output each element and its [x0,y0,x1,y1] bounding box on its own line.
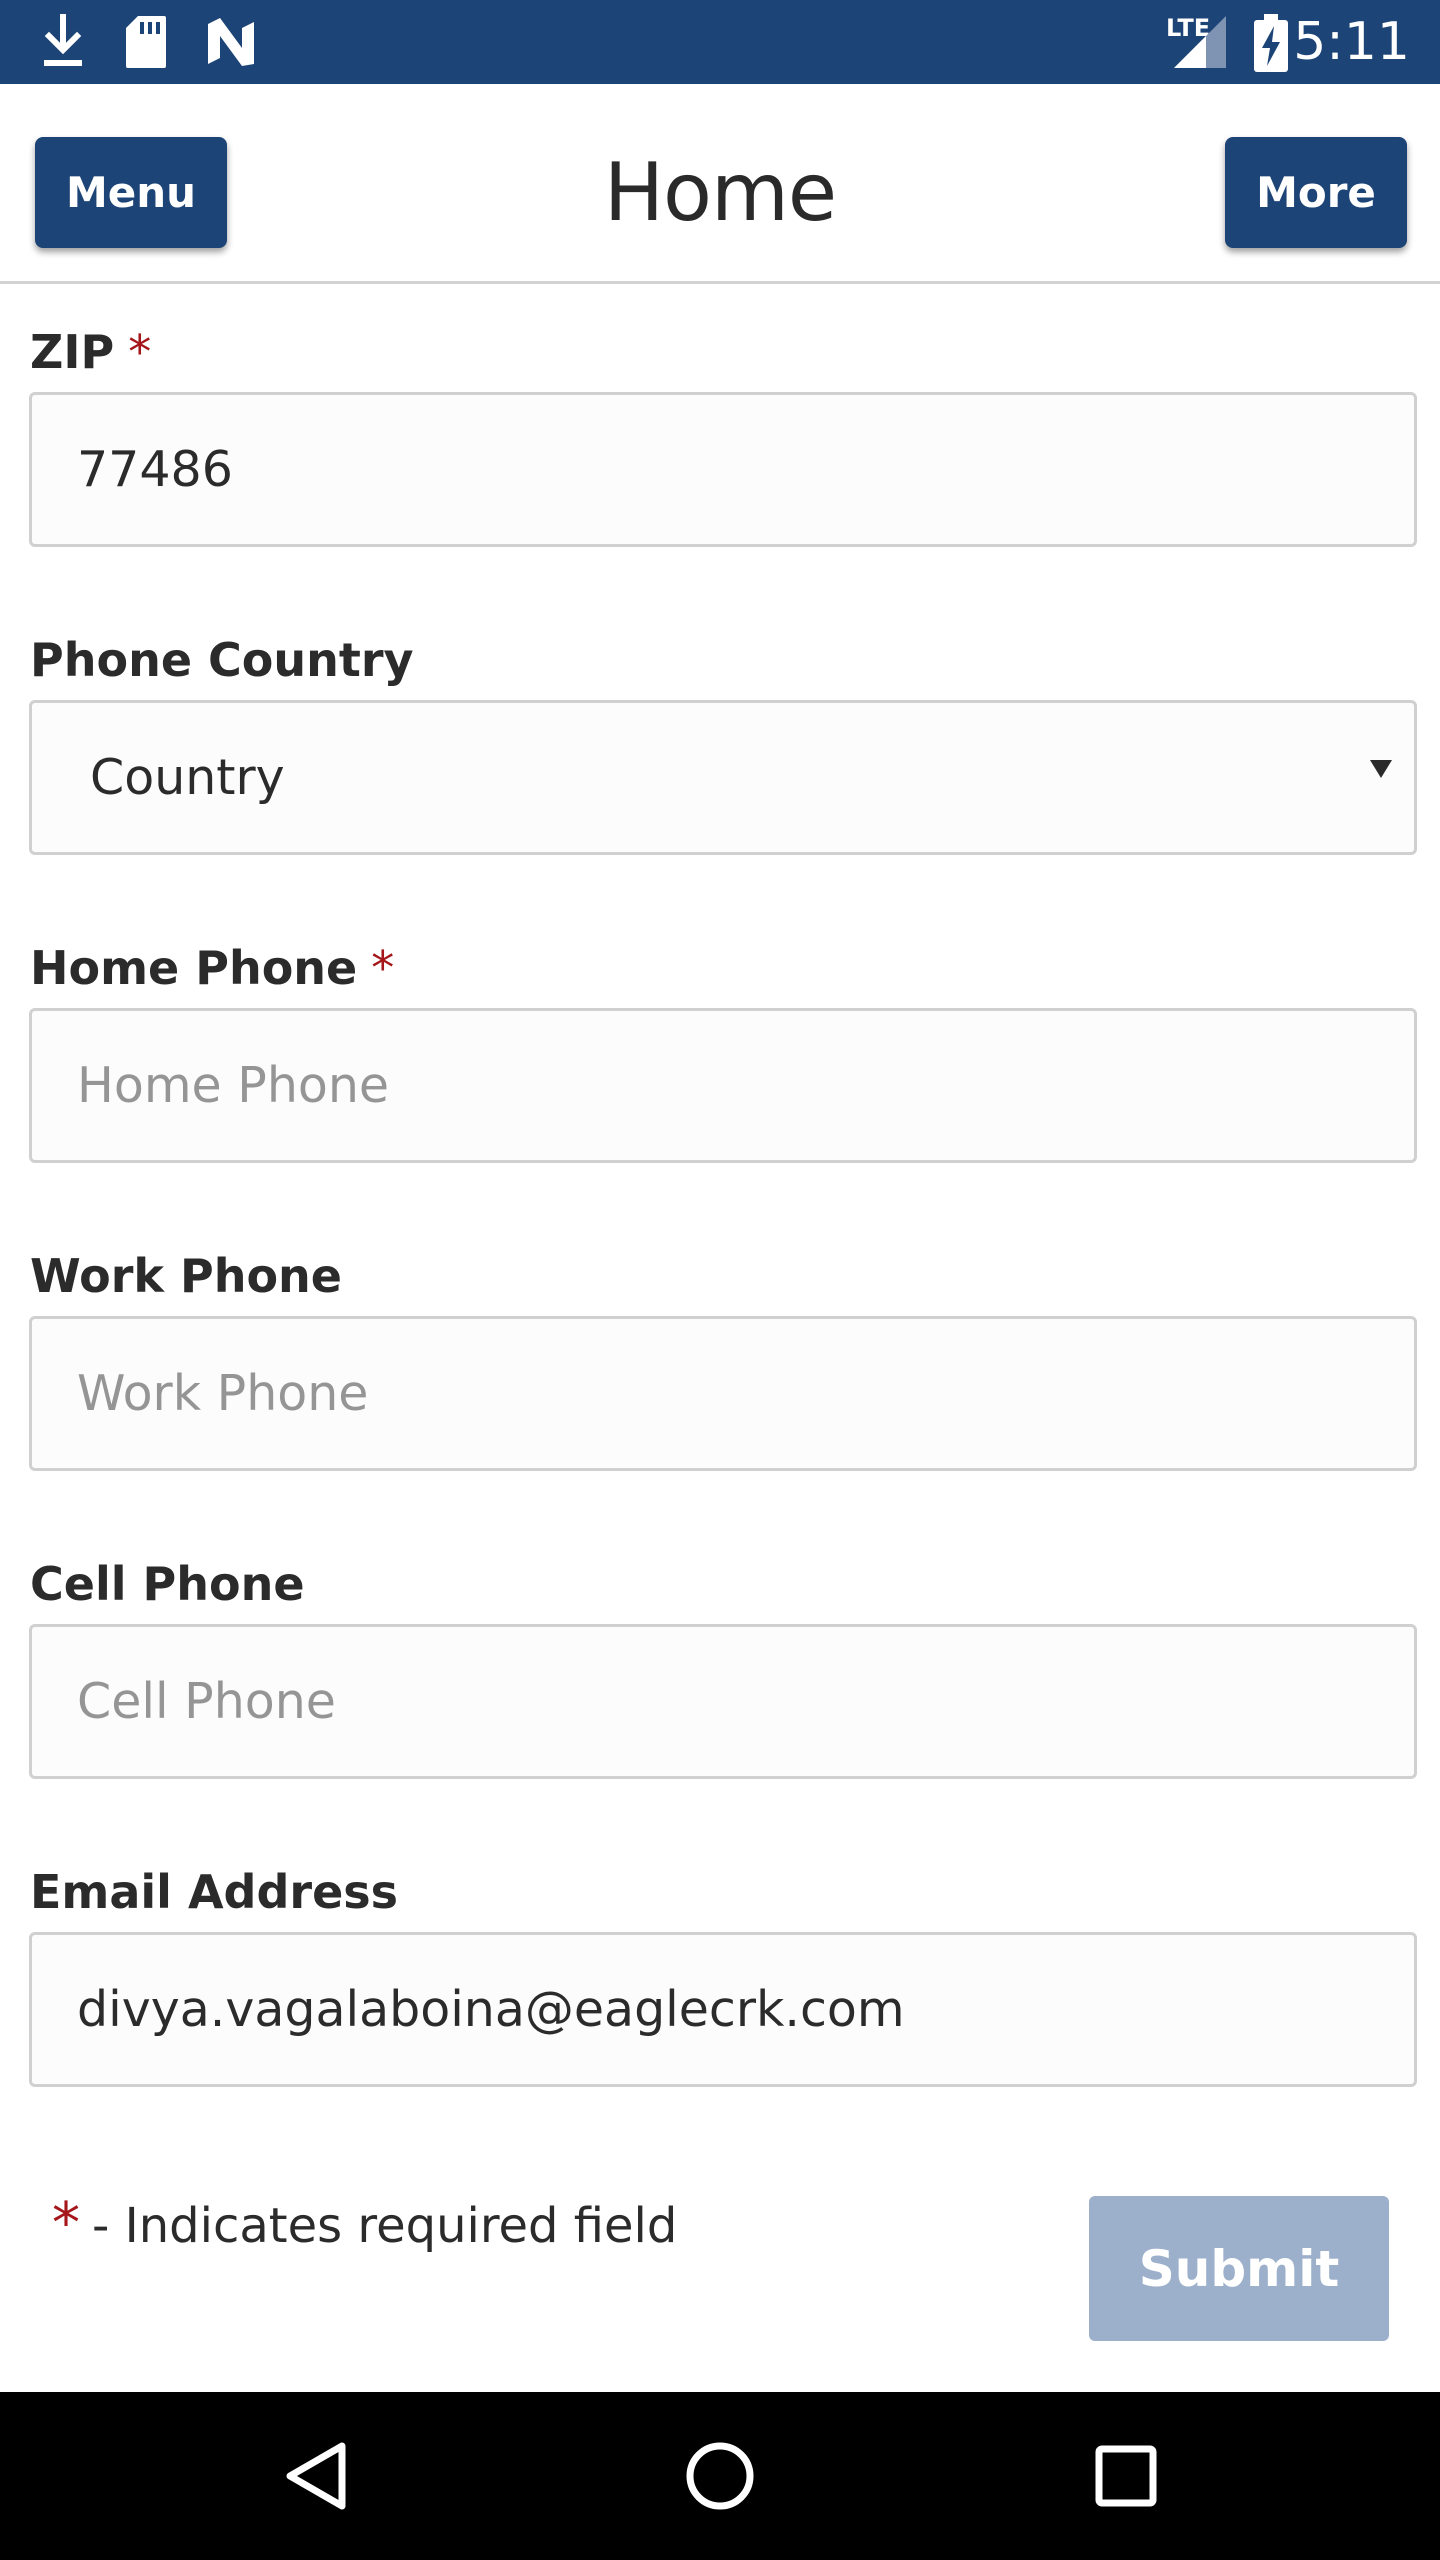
required-asterisk: * [371,941,395,995]
android-nav-bar [0,2392,1440,2560]
home-icon[interactable] [684,2440,756,2517]
work-phone-input[interactable] [29,1316,1417,1471]
status-bar: LTE 5:11 [0,0,1440,84]
email-input[interactable] [29,1932,1417,2087]
menu-button[interactable]: Menu [35,137,227,248]
more-button[interactable]: More [1225,137,1407,248]
back-icon[interactable] [282,2440,350,2517]
cell-phone-label: Cell Phone [30,1556,305,1612]
phone-country-label: Phone Country [30,632,414,688]
sd-card-icon [124,14,168,75]
home-phone-label-text: Home Phone [30,941,358,995]
status-clock: 5:11 [1293,12,1410,72]
zip-input[interactable] [29,392,1417,547]
phone-country-selected-value: Country [90,749,285,806]
email-label: Email Address [30,1864,398,1920]
required-field-note-text: - Indicates required field [92,2198,678,2254]
phone-country-select[interactable]: Country [29,700,1417,855]
required-asterisk: * [128,325,152,379]
phone-country-label-text: Phone Country [30,633,414,687]
work-phone-label: Work Phone [30,1248,342,1304]
email-label-text: Email Address [30,1865,399,1919]
chevron-down-icon [1368,756,1394,787]
cell-phone-label-text: Cell Phone [30,1557,305,1611]
required-asterisk: * [52,2191,80,2256]
required-field-note: * - Indicates required field [52,2192,677,2258]
zip-label: ZIP * [30,324,151,380]
home-phone-input[interactable] [29,1008,1417,1163]
home-phone-label: Home Phone * [30,940,394,996]
download-icon [40,13,86,75]
app-header: Home Menu More [0,84,1440,284]
submit-button[interactable]: Submit [1089,2196,1389,2341]
battery-charging-icon [1254,14,1288,77]
n-app-icon [204,14,258,75]
cell-phone-input[interactable] [29,1624,1417,1779]
work-phone-label-text: Work Phone [30,1249,343,1303]
zip-label-text: ZIP [30,325,115,379]
recents-icon[interactable] [1094,2440,1158,2517]
signal-icon [1172,14,1228,75]
